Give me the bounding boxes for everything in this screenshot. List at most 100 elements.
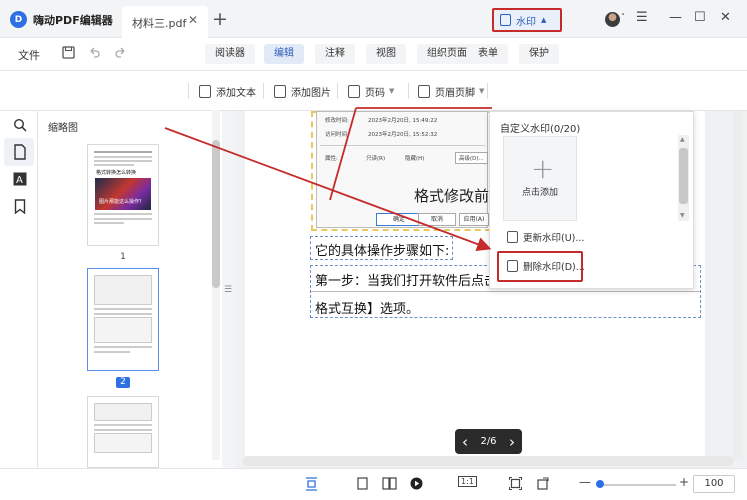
watermark-button[interactable]: 水印 ▲: [492, 8, 562, 32]
menu-bar: 文件 阅读器 编辑 注释 视图 组织页面 表单 保护: [0, 38, 747, 71]
embedded-dialog-screenshot: [316, 111, 488, 228]
fit-page-icon[interactable]: [305, 477, 318, 494]
maximize-icon[interactable]: ☐: [694, 10, 706, 25]
zoom-in-icon[interactable]: +: [679, 475, 689, 489]
splitter-grip-icon[interactable]: ☰: [224, 285, 232, 295]
shot-value: 2023年2月20日, 15:49:22: [368, 118, 438, 124]
avatar[interactable]: [605, 12, 620, 27]
zoom-level-input[interactable]: 100: [693, 475, 735, 493]
play-slideshow-icon[interactable]: [410, 477, 423, 493]
add-image-button[interactable]: 添加图片: [274, 81, 331, 101]
header-footer-label: 页眉页脚: [435, 87, 475, 99]
tab-label: 材料三.pdf: [132, 17, 187, 30]
document-vertical-scrollbar[interactable]: [733, 111, 743, 461]
tab-view[interactable]: 视图: [366, 44, 406, 64]
fit-width-icon[interactable]: [509, 477, 522, 493]
update-watermark-label: 更新水印(U)...: [523, 233, 585, 244]
add-image-icon: [274, 84, 286, 98]
title-bar: D 嗨动PDF编辑器 材料三.pdf ✕ + · ☰ — ☐ ✕: [0, 0, 747, 38]
toolbar-divider: [263, 83, 264, 99]
update-watermark-icon: [507, 231, 518, 243]
double-page-icon[interactable]: [382, 477, 397, 493]
add-watermark-label: 点击添加: [522, 188, 559, 198]
tab-close-icon[interactable]: ✕: [188, 13, 198, 27]
actual-size-button[interactable]: 1:1: [458, 476, 477, 487]
page-thumbnail-3[interactable]: [87, 396, 159, 468]
next-page-icon[interactable]: ›: [509, 433, 515, 451]
add-text-button[interactable]: 添加文本: [199, 81, 256, 101]
document-text-line[interactable]: 第一步：当我们打开软件后点击: [315, 270, 497, 289]
shot-divider: [320, 145, 485, 146]
tab-protect[interactable]: 保护: [519, 44, 559, 64]
file-menu[interactable]: 文件: [18, 47, 40, 63]
search-icon[interactable]: [12, 118, 28, 136]
edit-toolbar: 添加文本 添加图片 页码 ▼ 页眉页脚 ▼: [0, 71, 747, 111]
toolbar-divider: [408, 83, 409, 99]
document-horizontal-scrollbar[interactable]: [243, 456, 733, 466]
tab-edit[interactable]: 编辑: [264, 44, 304, 64]
zoom-slider-knob[interactable]: [596, 480, 604, 488]
redo-icon[interactable]: [114, 46, 127, 63]
tab-annotate[interactable]: 注释: [315, 44, 355, 64]
thumbnail-scrollbar-thumb[interactable]: [212, 140, 220, 288]
shot-label: 访问时间:: [325, 132, 349, 138]
add-image-label: 添加图片: [291, 87, 331, 99]
rotate-icon[interactable]: [536, 477, 550, 493]
toolbar-divider: [188, 83, 189, 99]
minimize-icon[interactable]: —: [669, 10, 682, 25]
watermark-label: 水印: [516, 16, 536, 28]
watermark-icon: [500, 14, 511, 26]
scroll-down-icon[interactable]: ▼: [680, 212, 685, 219]
previous-page-icon[interactable]: ‹: [462, 433, 468, 451]
update-watermark-item[interactable]: 更新水印(U)...: [503, 226, 584, 248]
text-block-divider: [311, 291, 700, 292]
add-text-icon: [199, 84, 211, 98]
custom-watermark-heading: 自定义水印(0/20): [500, 124, 581, 135]
header-footer-icon: [418, 84, 430, 98]
account-dot: ·: [621, 8, 626, 23]
toolbar-divider: [487, 83, 488, 99]
hamburger-menu-icon[interactable]: ☰: [636, 10, 648, 25]
page-number-label: 页码: [365, 87, 385, 99]
thumbnail-cover-image: 图片那能这么操作？: [95, 178, 151, 210]
bookmark-icon[interactable]: [12, 199, 28, 217]
shot-cancel-button: 取消: [418, 213, 456, 226]
watermark-list-scrollbar-thumb[interactable]: [679, 148, 688, 204]
page-number-button[interactable]: 页码 ▼: [348, 81, 394, 101]
shot-label: 修改时间:: [325, 118, 349, 124]
page-number-icon: [348, 84, 360, 98]
tab-reader[interactable]: 阅读器: [205, 44, 255, 64]
scroll-up-icon[interactable]: ▲: [680, 136, 685, 143]
undo-icon[interactable]: [88, 46, 101, 63]
new-tab-icon[interactable]: +: [212, 8, 228, 30]
thumbnail-heading: 格式转换怎么转换: [96, 170, 137, 176]
page-navigator: ‹ 2/6 ›: [455, 429, 522, 454]
close-window-icon[interactable]: ✕: [720, 10, 731, 25]
thumbnail-panel-title: 缩略图: [48, 123, 78, 134]
page-number-1: 1: [120, 252, 126, 262]
page-thumbnail-1[interactable]: 格式转换怎么转换 图片那能这么操作？: [87, 144, 159, 246]
svg-text:A: A: [16, 175, 23, 186]
text-recognition-icon[interactable]: A: [12, 172, 28, 190]
header-footer-button[interactable]: 页眉页脚 ▼: [418, 81, 484, 101]
thumbnails-icon[interactable]: [12, 144, 28, 162]
tab-forms[interactable]: 表单: [468, 44, 508, 64]
shot-label: 属性:: [325, 156, 338, 162]
save-icon[interactable]: [62, 46, 75, 63]
delete-watermark-highlight: [497, 251, 583, 282]
document-text-line[interactable]: 它的具体操作步骤如下:: [315, 240, 449, 259]
plus-icon: +: [531, 152, 555, 185]
page-thumbnail-2[interactable]: [87, 268, 159, 371]
chevron-down-icon: ▼: [389, 87, 395, 95]
current-page-indicator: 2/6: [480, 436, 497, 447]
document-text-line[interactable]: 格式互换】选项。: [315, 298, 419, 317]
document-tab[interactable]: 材料三.pdf ✕: [122, 6, 208, 38]
zoom-out-icon[interactable]: —: [579, 475, 591, 489]
shot-apply-button: 应用(A): [459, 213, 489, 226]
embedded-title-text: 格式修改前: [414, 187, 490, 205]
shot-ok-button: 确定: [376, 213, 422, 226]
shot-advanced-button: 高级(D)...: [455, 152, 488, 164]
zoom-slider-track[interactable]: [598, 484, 676, 486]
shot-value: 2023年2月20日, 15:52:32: [368, 132, 438, 138]
single-page-icon[interactable]: [357, 477, 368, 493]
